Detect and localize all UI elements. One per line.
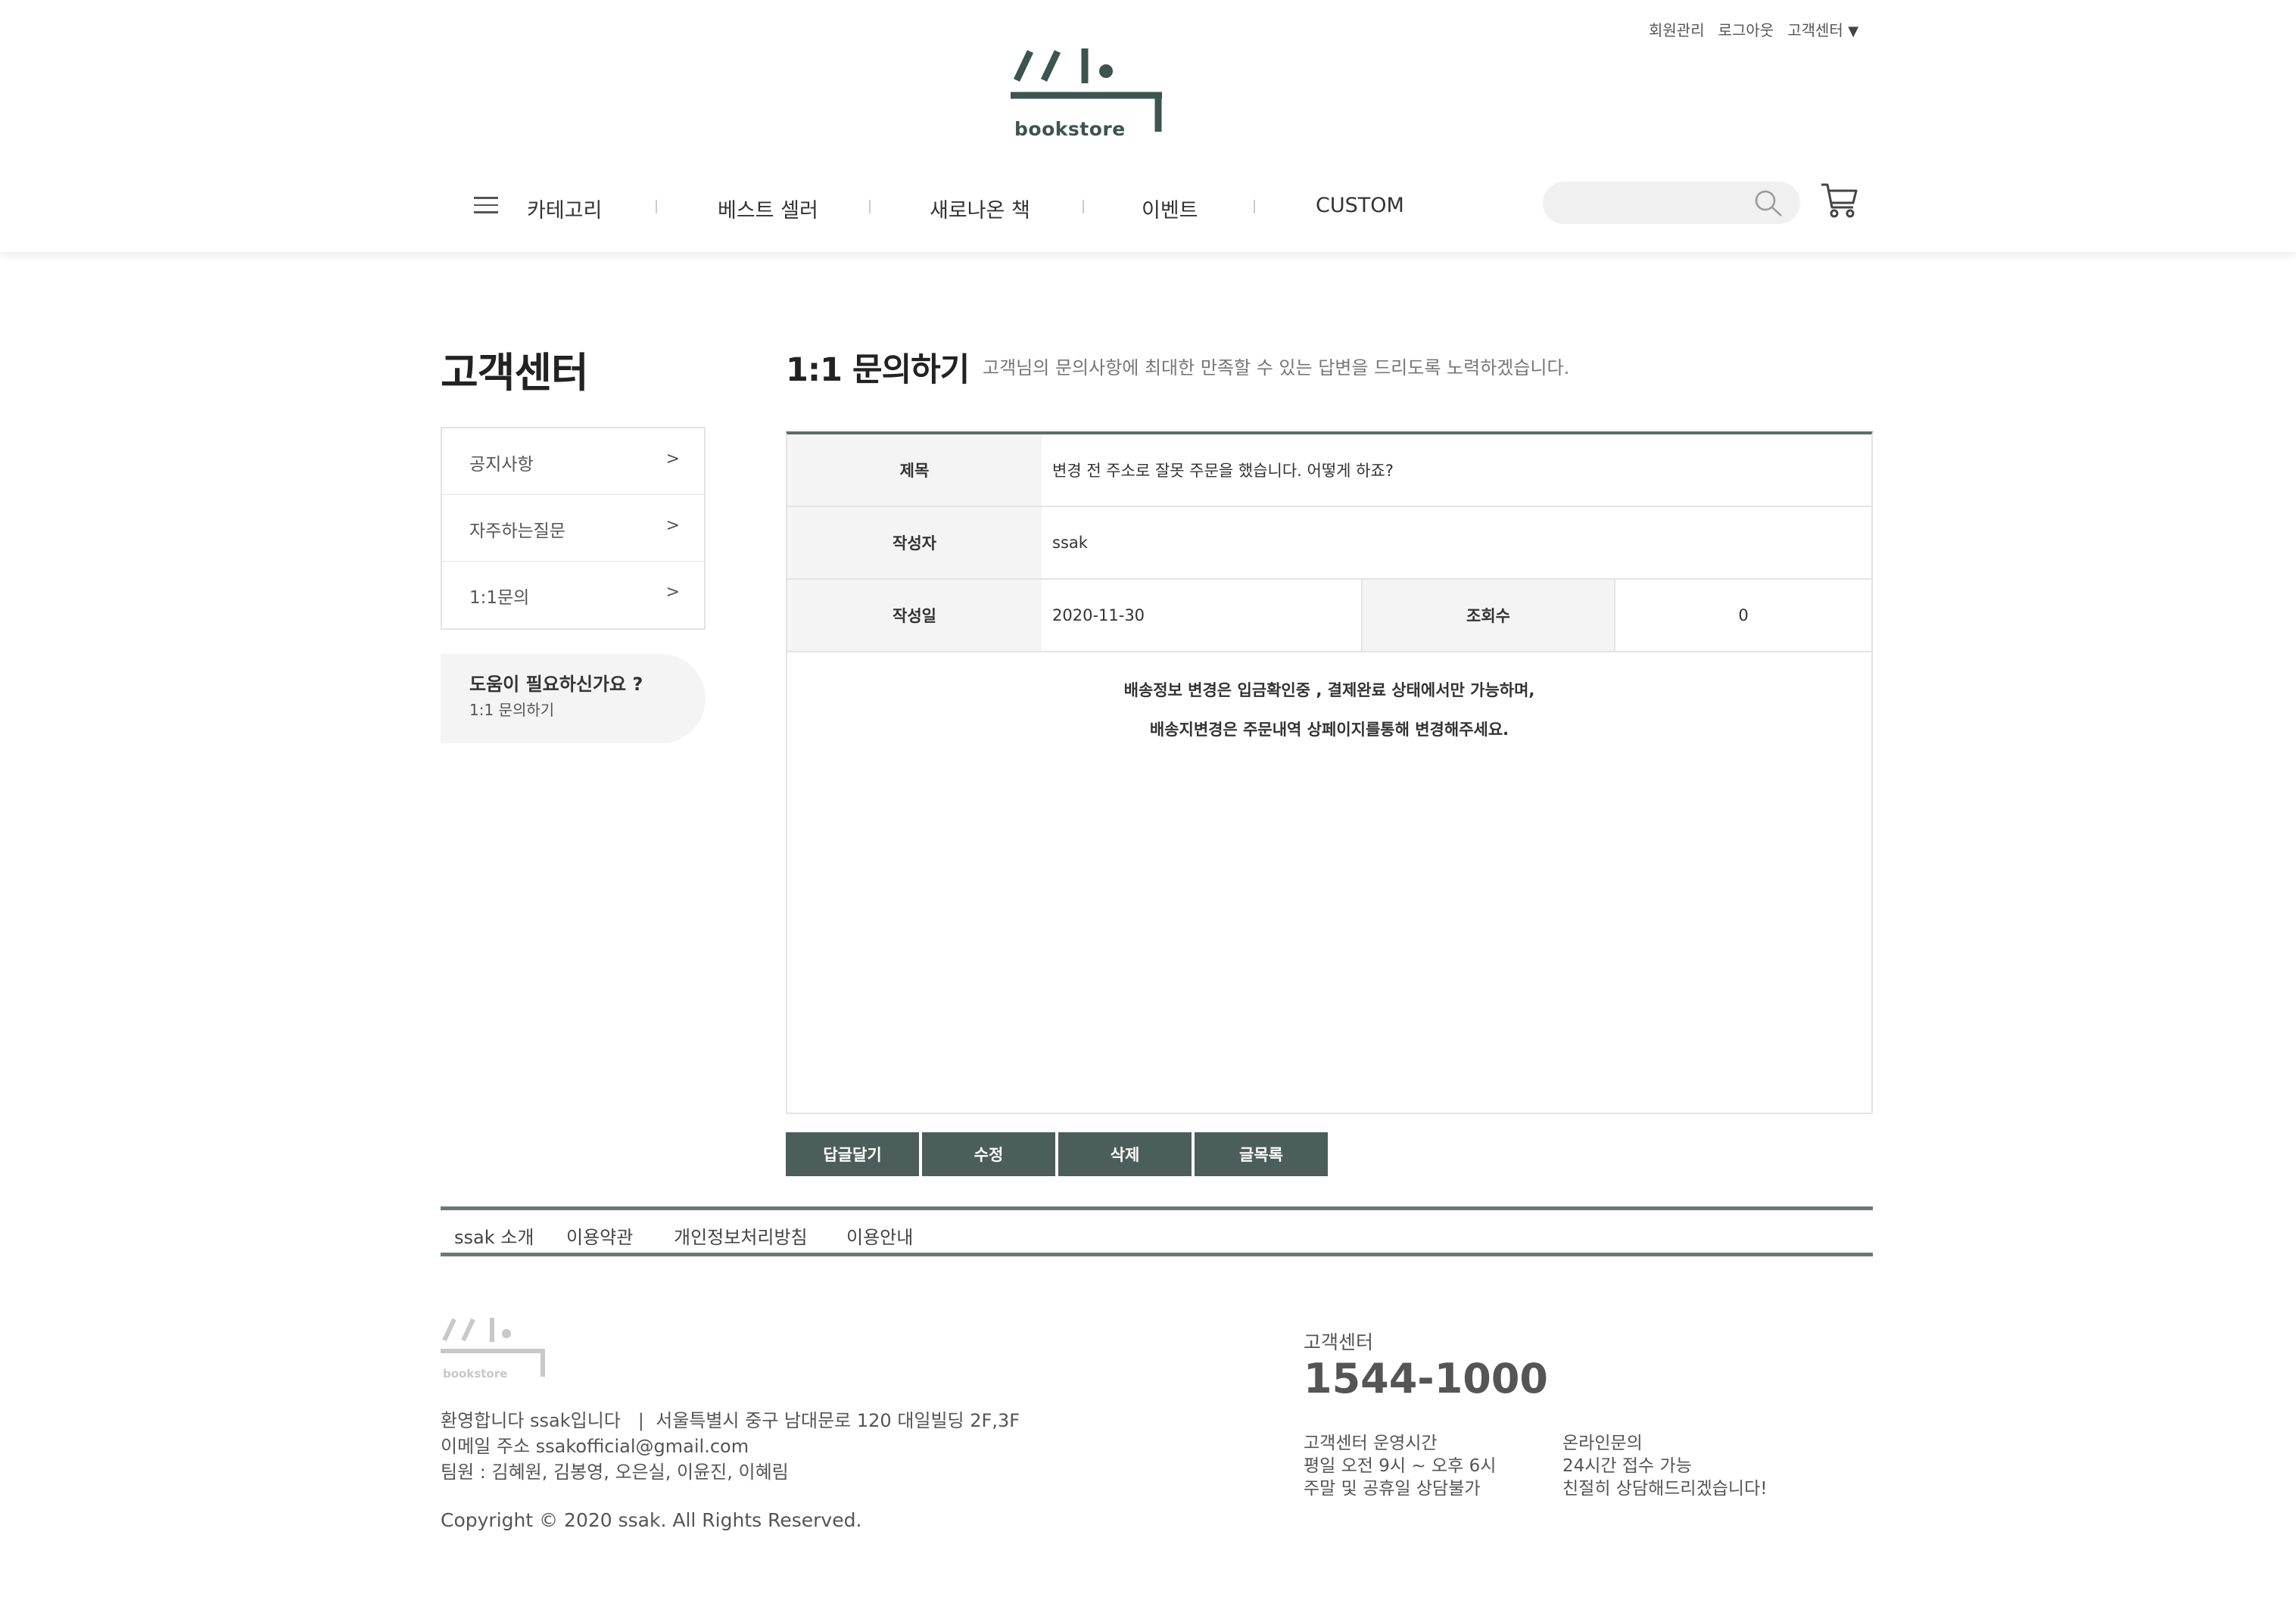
nav-custom[interactable]: CUSTOM <box>1316 194 1404 217</box>
nav-divider <box>1254 200 1255 213</box>
help-link[interactable]: 1:1 문의하기 <box>469 698 554 720</box>
inquiry-detail-table: 제목 변경 전 주소로 잘못 주문을 했습니다. 어떻게 하죠? 작성자 ssa… <box>786 431 1873 1114</box>
writer-value: ssak <box>1052 534 1088 552</box>
search-input[interactable] <box>1561 189 1743 216</box>
search-box <box>1543 182 1800 224</box>
subject-value: 변경 전 주소로 잘못 주문을 했습니다. 어떻게 하죠? <box>1052 462 1394 480</box>
sidebar-item-inquiry[interactable]: 1:1문의 > <box>442 562 704 628</box>
online-inquiry-line: 친절히 상담해드리겠습니다! <box>1562 1479 1768 1499</box>
copyright: Copyright © 2020 ssak. All Rights Reserv… <box>441 1509 862 1531</box>
nav-event[interactable]: 이벤트 <box>1142 194 1198 223</box>
online-inquiry-title: 온라인문의 <box>1562 1434 1643 1453</box>
content-line: 배송정보 변경은 입금확인중 , 결제완료 상태에서만 가능하며, <box>1123 681 1535 699</box>
table-row: 작성일 2020-11-30 조회수 0 <box>787 580 1871 652</box>
nav-divider <box>1083 200 1084 213</box>
cs-phone: 1544-1000 <box>1304 1355 1548 1402</box>
hamburger-menu-icon[interactable] <box>474 197 498 213</box>
customer-center-label: 고객센터 <box>1787 21 1843 39</box>
reply-button[interactable]: 답글달기 <box>786 1132 919 1176</box>
footer-team: 팀원 : 김혜원, 김봉영, 오은실, 이윤진, 이혜림 <box>441 1462 789 1483</box>
date-value: 2020-11-30 <box>1052 606 1145 624</box>
footer-info: 환영합니다 ssak입니다 | 서울특별시 중구 남대문로 120 대일빌딩 2… <box>441 1408 1020 1485</box>
cs-hours-line: 주말 및 공휴일 상담불가 <box>1304 1479 1481 1499</box>
table-row: 작성자 ssak <box>787 507 1871 580</box>
sidebar-item-faq[interactable]: 자주하는질문 > <box>442 495 704 562</box>
online-inquiry-line: 24시간 접수 가능 <box>1562 1456 1692 1476</box>
nav-divider <box>656 200 657 213</box>
main-navigation: 카테고리 베스트 셀러 새로나온 책 이벤트 CUSTOM <box>469 186 1408 224</box>
table-row: 제목 변경 전 주소로 잘못 주문을 했습니다. 어떻게 하죠? <box>787 434 1871 507</box>
edit-button[interactable]: 수정 <box>922 1132 1055 1176</box>
page-description: 고객님의 문의사항에 최대한 만족할 수 있는 답변을 드리도록 노력하겠습니다… <box>983 357 1570 378</box>
cs-hours: 고객센터 운영시간 평일 오전 9시 ~ 오후 6시 주말 및 공휴일 상담불가 <box>1304 1432 1496 1500</box>
sidebar-item-label: 1:1문의 <box>469 588 530 608</box>
footer-address: 환영합니다 ssak입니다 | 서울특별시 중구 남대문로 120 대일빌딩 2… <box>441 1410 1020 1431</box>
views-value: 0 <box>1738 606 1749 624</box>
sidebar-item-label: 자주하는질문 <box>469 521 565 541</box>
help-box[interactable]: 도움이 필요하신가요 ? 1:1 문의하기 <box>441 654 706 743</box>
sidebar-item-label: 공지사항 <box>469 455 534 475</box>
content-line: 배송지변경은 주문내역 상페이지를통해 변경해주세요. <box>1149 721 1509 739</box>
member-admin-link[interactable]: 회원관리 <box>1649 18 1705 40</box>
page-title: 1:1 문의하기 <box>786 351 970 389</box>
cart-icon[interactable] <box>1820 182 1859 219</box>
sidebar-item-notice[interactable]: 공지사항 > <box>442 428 704 495</box>
nav-bestseller[interactable]: 베스트 셀러 <box>718 194 818 223</box>
chevron-right-icon: > <box>665 450 680 469</box>
list-button[interactable]: 글목록 <box>1195 1132 1328 1176</box>
nav-new-books[interactable]: 새로나온 책 <box>930 194 1030 223</box>
help-title: 도움이 필요하신가요 ? <box>469 674 643 695</box>
footer-link-terms[interactable]: 이용약관 <box>566 1222 633 1249</box>
nav-divider <box>869 200 871 213</box>
logo-text: bookstore <box>1014 118 1126 140</box>
utility-links: 회원관리 로그아웃 고객센터 ▼ <box>1649 18 1858 40</box>
inquiry-content: 배송정보 변경은 입금확인중 , 결제완료 상태에서만 가능하며, 배송지변경은… <box>787 671 1871 749</box>
cs-hours-line: 평일 오전 9시 ~ 오후 6시 <box>1304 1456 1497 1476</box>
chevron-right-icon: > <box>665 516 680 535</box>
footer-nav: ssak 소개 이용약관 개인정보처리방침 이용안내 <box>441 1206 1873 1256</box>
chevron-right-icon: > <box>665 583 680 602</box>
subject-label: 제목 <box>787 434 1042 506</box>
footer-email: 이메일 주소 ssakofficial@gmail.com <box>441 1436 749 1457</box>
logout-link[interactable]: 로그아웃 <box>1718 18 1774 40</box>
action-buttons: 답글달기 수정 삭제 글목록 <box>786 1132 1328 1176</box>
cs-label: 고객센터 <box>1304 1331 1374 1353</box>
sidebar-title: 고객센터 <box>441 349 589 397</box>
footer-link-about[interactable]: ssak 소개 <box>454 1222 534 1249</box>
views-label: 조회수 <box>1361 580 1615 651</box>
site-header: 회원관리 로그아웃 고객센터 ▼ bookstore 카테고리 베스트 셀러 새… <box>0 0 2296 252</box>
online-inquiry: 온라인문의 24시간 접수 가능 친절히 상담해드리겠습니다! <box>1562 1432 1767 1500</box>
date-label: 작성일 <box>787 580 1042 651</box>
writer-label: 작성자 <box>787 507 1042 578</box>
nav-category[interactable]: 카테고리 <box>527 194 602 223</box>
search-icon[interactable] <box>1753 189 1784 218</box>
delete-button[interactable]: 삭제 <box>1058 1132 1192 1176</box>
footer-link-privacy[interactable]: 개인정보처리방침 <box>674 1222 808 1249</box>
footer-logo-text: bookstore <box>443 1367 508 1381</box>
sidebar-menu: 공지사항 > 자주하는질문 > 1:1문의 > <box>441 427 706 630</box>
customer-center-link[interactable]: 고객센터 ▼ <box>1787 18 1858 40</box>
cs-hours-title: 고객센터 운영시간 <box>1304 1434 1438 1453</box>
caret-down-icon: ▼ <box>1848 23 1859 39</box>
footer-link-guide[interactable]: 이용안내 <box>846 1222 913 1249</box>
